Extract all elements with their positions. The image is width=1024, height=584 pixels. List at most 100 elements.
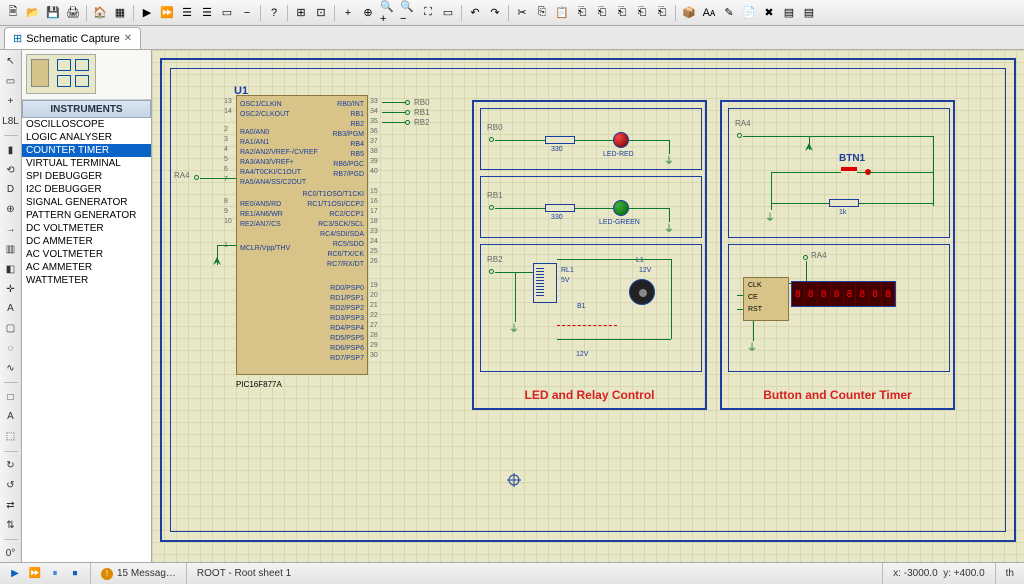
side-tool-10[interactable]: ▥ bbox=[3, 241, 19, 257]
messages-cell[interactable]: ! 15 Messag… bbox=[90, 563, 186, 584]
group-button-counter[interactable]: Button and Counter Timer RA4 BTN1 bbox=[720, 100, 955, 410]
instrument-virtual-terminal[interactable]: VIRTUAL TERMINAL bbox=[22, 157, 151, 170]
run-button[interactable]: ▶ bbox=[6, 566, 24, 582]
resistor-r2[interactable] bbox=[545, 204, 575, 212]
zoom-sheet-icon[interactable]: ▭ bbox=[439, 4, 457, 22]
cut-icon[interactable]: ✂ bbox=[513, 4, 531, 22]
led-green[interactable] bbox=[613, 200, 629, 216]
side-tool-13[interactable]: A bbox=[3, 301, 19, 317]
side-tool-11[interactable]: ◧ bbox=[3, 261, 19, 277]
led-red[interactable] bbox=[613, 132, 629, 148]
list2-icon[interactable]: ☰ bbox=[198, 4, 216, 22]
side-tool-18[interactable]: □ bbox=[3, 389, 19, 405]
home-icon[interactable]: 🏠 bbox=[91, 4, 109, 22]
main-toolbar: 🗎📂💾🖨🏠▦▶⏩☰☰▭−?⊞⊡+⊕🔍+🔍−⛶▭↶↷✂⎘📋⎗⎗⎗⎗⎗📦Aᴀ✎📄✖▤… bbox=[0, 0, 1024, 26]
help-icon[interactable]: ? bbox=[265, 4, 283, 22]
instrument-pattern-generator[interactable]: PATTERN GENERATOR bbox=[22, 209, 151, 222]
relay-rl1[interactable] bbox=[533, 263, 557, 303]
side-tool-19[interactable]: A bbox=[3, 409, 19, 425]
page2-icon[interactable]: ▤ bbox=[800, 4, 818, 22]
paste5-icon[interactable]: ⎗ bbox=[633, 4, 651, 22]
instrument-wattmeter[interactable]: WATTMETER bbox=[22, 274, 151, 287]
side-tool-7[interactable]: D bbox=[3, 182, 19, 198]
tab-close-icon[interactable]: ✕ bbox=[124, 33, 132, 44]
side-tool-3[interactable]: L8L bbox=[3, 113, 19, 129]
zoom-fit-icon[interactable]: ⛶ bbox=[419, 4, 437, 22]
zoom-out-icon[interactable]: 🔍− bbox=[399, 4, 417, 22]
side-tool-16[interactable]: ∿ bbox=[3, 360, 19, 376]
lamp-l1[interactable] bbox=[629, 279, 655, 305]
seven-seg-display[interactable]: 88888888 bbox=[791, 281, 896, 307]
net-ra4-a: RA4 bbox=[735, 119, 751, 128]
stop-button[interactable]: ⏹ bbox=[66, 566, 84, 582]
print-icon[interactable]: 🖨 bbox=[64, 4, 82, 22]
minus-icon[interactable]: − bbox=[238, 4, 256, 22]
tab-schematic[interactable]: ⊞ Schematic Capture ✕ bbox=[4, 27, 141, 49]
side-tool-24[interactable]: ⇄ bbox=[3, 497, 19, 513]
side-tool-2[interactable]: + bbox=[3, 94, 19, 110]
side-tool-12[interactable]: ✛ bbox=[3, 281, 19, 297]
instrument-ac-voltmeter[interactable]: AC VOLTMETER bbox=[22, 248, 151, 261]
paste4-icon[interactable]: ⎗ bbox=[613, 4, 631, 22]
play-icon[interactable]: ▶ bbox=[138, 4, 156, 22]
instrument-signal-generator[interactable]: SIGNAL GENERATOR bbox=[22, 196, 151, 209]
gnd-icon: ⏚ bbox=[509, 320, 519, 335]
instrument-counter-timer[interactable]: COUNTER TIMER bbox=[22, 144, 151, 157]
zoom-in2-icon[interactable]: 🔍+ bbox=[379, 4, 397, 22]
side-tool-15[interactable]: ◌ bbox=[3, 341, 19, 357]
instrument-dc-ammeter[interactable]: DC AMMETER bbox=[22, 235, 151, 248]
zoom-to-icon[interactable]: ⊕ bbox=[359, 4, 377, 22]
instrument-oscilloscope[interactable]: OSCILLOSCOPE bbox=[22, 118, 151, 131]
side-tool-6[interactable]: ⟲ bbox=[3, 162, 19, 178]
doc-icon[interactable]: 📄 bbox=[740, 4, 758, 22]
grid-icon[interactable]: ⊞ bbox=[292, 4, 310, 22]
options-icon[interactable]: ⊡ bbox=[312, 4, 330, 22]
save-icon[interactable]: 💾 bbox=[44, 4, 62, 22]
ruler-icon[interactable]: ✎ bbox=[720, 4, 738, 22]
side-tool-0[interactable]: ↖ bbox=[3, 54, 19, 70]
side-tool-5[interactable]: ▮ bbox=[3, 142, 19, 158]
zoom-in-icon[interactable]: + bbox=[339, 4, 357, 22]
step-icon[interactable]: ⏩ bbox=[158, 4, 176, 22]
schematic-canvas[interactable]: U1 PIC16F877A 13OSC1/CLKIN14OSC2/CLKOUT2… bbox=[152, 50, 1024, 562]
x-icon[interactable]: ✖ bbox=[760, 4, 778, 22]
side-tool-25[interactable]: ⇅ bbox=[3, 517, 19, 533]
side-tool-20[interactable]: ⬚ bbox=[3, 429, 19, 445]
instrument-i2c-debugger[interactable]: I2C DEBUGGER bbox=[22, 183, 151, 196]
new-file-icon[interactable]: 🗎 bbox=[4, 4, 22, 22]
pause-button[interactable]: ⏸ bbox=[46, 566, 64, 582]
instrument-logic-analyser[interactable]: LOGIC ANALYSER bbox=[22, 131, 151, 144]
side-tool-14[interactable]: ▢ bbox=[3, 321, 19, 337]
instrument-dc-voltmeter[interactable]: DC VOLTMETER bbox=[22, 222, 151, 235]
side-tool-1[interactable]: ▭ bbox=[3, 74, 19, 90]
open-icon[interactable]: 📂 bbox=[24, 4, 42, 22]
redo-icon[interactable]: ↷ bbox=[486, 4, 504, 22]
pkg-icon[interactable]: 📦 bbox=[680, 4, 698, 22]
overview-map[interactable] bbox=[22, 50, 151, 100]
step-button[interactable]: ⏩ bbox=[26, 566, 44, 582]
copy-icon[interactable]: ⎘ bbox=[533, 4, 551, 22]
paste-icon[interactable]: 📋 bbox=[553, 4, 571, 22]
paste6-icon[interactable]: ⎗ bbox=[653, 4, 671, 22]
gnd-icon: ⏚ bbox=[664, 220, 674, 235]
group-led-relay[interactable]: LED and Relay Control RB0 330 LED-RED ⏚ … bbox=[472, 100, 707, 410]
paste2-icon[interactable]: ⎗ bbox=[573, 4, 591, 22]
paste3-icon[interactable]: ⎗ bbox=[593, 4, 611, 22]
instrument-spi-debugger[interactable]: SPI DEBUGGER bbox=[22, 170, 151, 183]
sheet-icon[interactable]: ▭ bbox=[218, 4, 236, 22]
page1-icon[interactable]: ▤ bbox=[780, 4, 798, 22]
side-tool-9[interactable]: → bbox=[3, 222, 19, 238]
side-tool-22[interactable]: ↻ bbox=[3, 458, 19, 474]
side-tool-27[interactable]: 0° bbox=[3, 546, 19, 562]
lib-icon[interactable]: Aᴀ bbox=[700, 4, 718, 22]
component-icon[interactable]: ▦ bbox=[111, 4, 129, 22]
undo-icon[interactable]: ↶ bbox=[466, 4, 484, 22]
resistor-r1[interactable] bbox=[545, 136, 575, 144]
instrument-ac-ammeter[interactable]: AC AMMETER bbox=[22, 261, 151, 274]
counter-timer[interactable]: CLK CE RST bbox=[743, 277, 789, 321]
side-tool-23[interactable]: ↺ bbox=[3, 478, 19, 494]
button-btn1[interactable] bbox=[829, 167, 869, 177]
resistor-r3[interactable] bbox=[829, 199, 859, 207]
side-tool-8[interactable]: ⊕ bbox=[3, 202, 19, 218]
list1-icon[interactable]: ☰ bbox=[178, 4, 196, 22]
